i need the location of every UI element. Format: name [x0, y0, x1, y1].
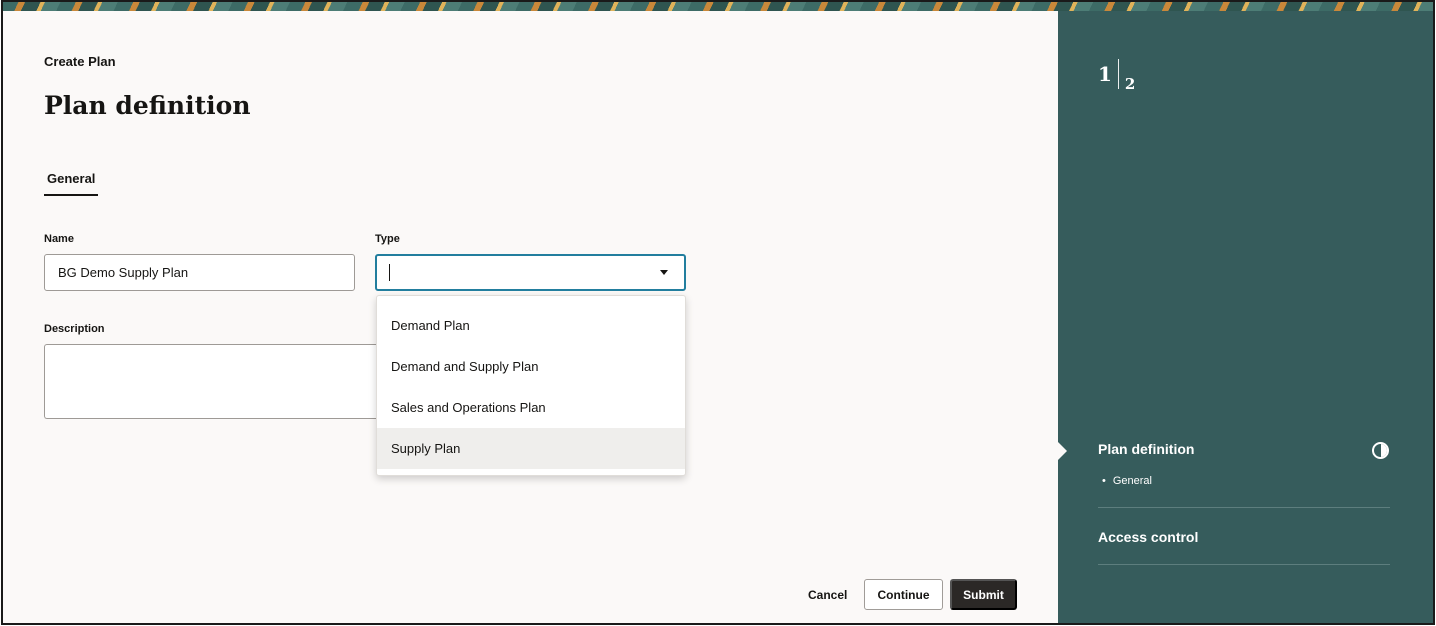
divider [1098, 507, 1390, 508]
tab-general[interactable]: General [44, 171, 99, 196]
current-step-indicator [1058, 442, 1067, 460]
text-cursor [389, 264, 390, 281]
steps-panel: 12 Plan definition General Access contro… [1058, 11, 1433, 623]
submit-button[interactable]: Submit [950, 579, 1017, 610]
continue-button[interactable]: Continue [864, 579, 943, 610]
description-textarea[interactable] [44, 344, 386, 419]
step-access-control[interactable]: Access control [1098, 529, 1198, 545]
dropdown-option-highlighted[interactable]: Supply Plan [377, 428, 685, 469]
divider [1098, 564, 1390, 565]
page-title: Plan definition [44, 91, 251, 120]
name-input[interactable]: BG Demo Supply Plan [44, 254, 355, 291]
step-current: 1 [1098, 62, 1112, 86]
chevron-down-icon[interactable] [660, 270, 668, 275]
app-window: Create Plan Plan definition General Name… [1, 0, 1435, 625]
step-separator [1117, 59, 1119, 89]
cancel-button[interactable]: Cancel [796, 579, 859, 610]
decorative-banner [3, 2, 1433, 11]
step-counter: 12 [1098, 59, 1135, 93]
dropdown-option[interactable]: Demand and Supply Plan [377, 346, 685, 387]
dropdown-option[interactable]: Sales and Operations Plan [377, 387, 685, 428]
type-dropdown-list: Demand Plan Demand and Supply Plan Sales… [376, 295, 686, 476]
type-select[interactable] [375, 254, 686, 291]
name-label: Name [44, 233, 74, 245]
type-label: Type [375, 233, 400, 245]
half-circle-icon [1372, 442, 1389, 459]
substep-general[interactable]: General [1102, 475, 1152, 487]
step-total: 2 [1124, 75, 1136, 93]
step-plan-definition[interactable]: Plan definition [1098, 441, 1194, 457]
dropdown-option[interactable]: Demand Plan [377, 305, 685, 346]
main-panel: Create Plan Plan definition General Name… [3, 11, 1058, 623]
breadcrumb: Create Plan [44, 54, 116, 69]
description-label: Description [44, 323, 105, 335]
